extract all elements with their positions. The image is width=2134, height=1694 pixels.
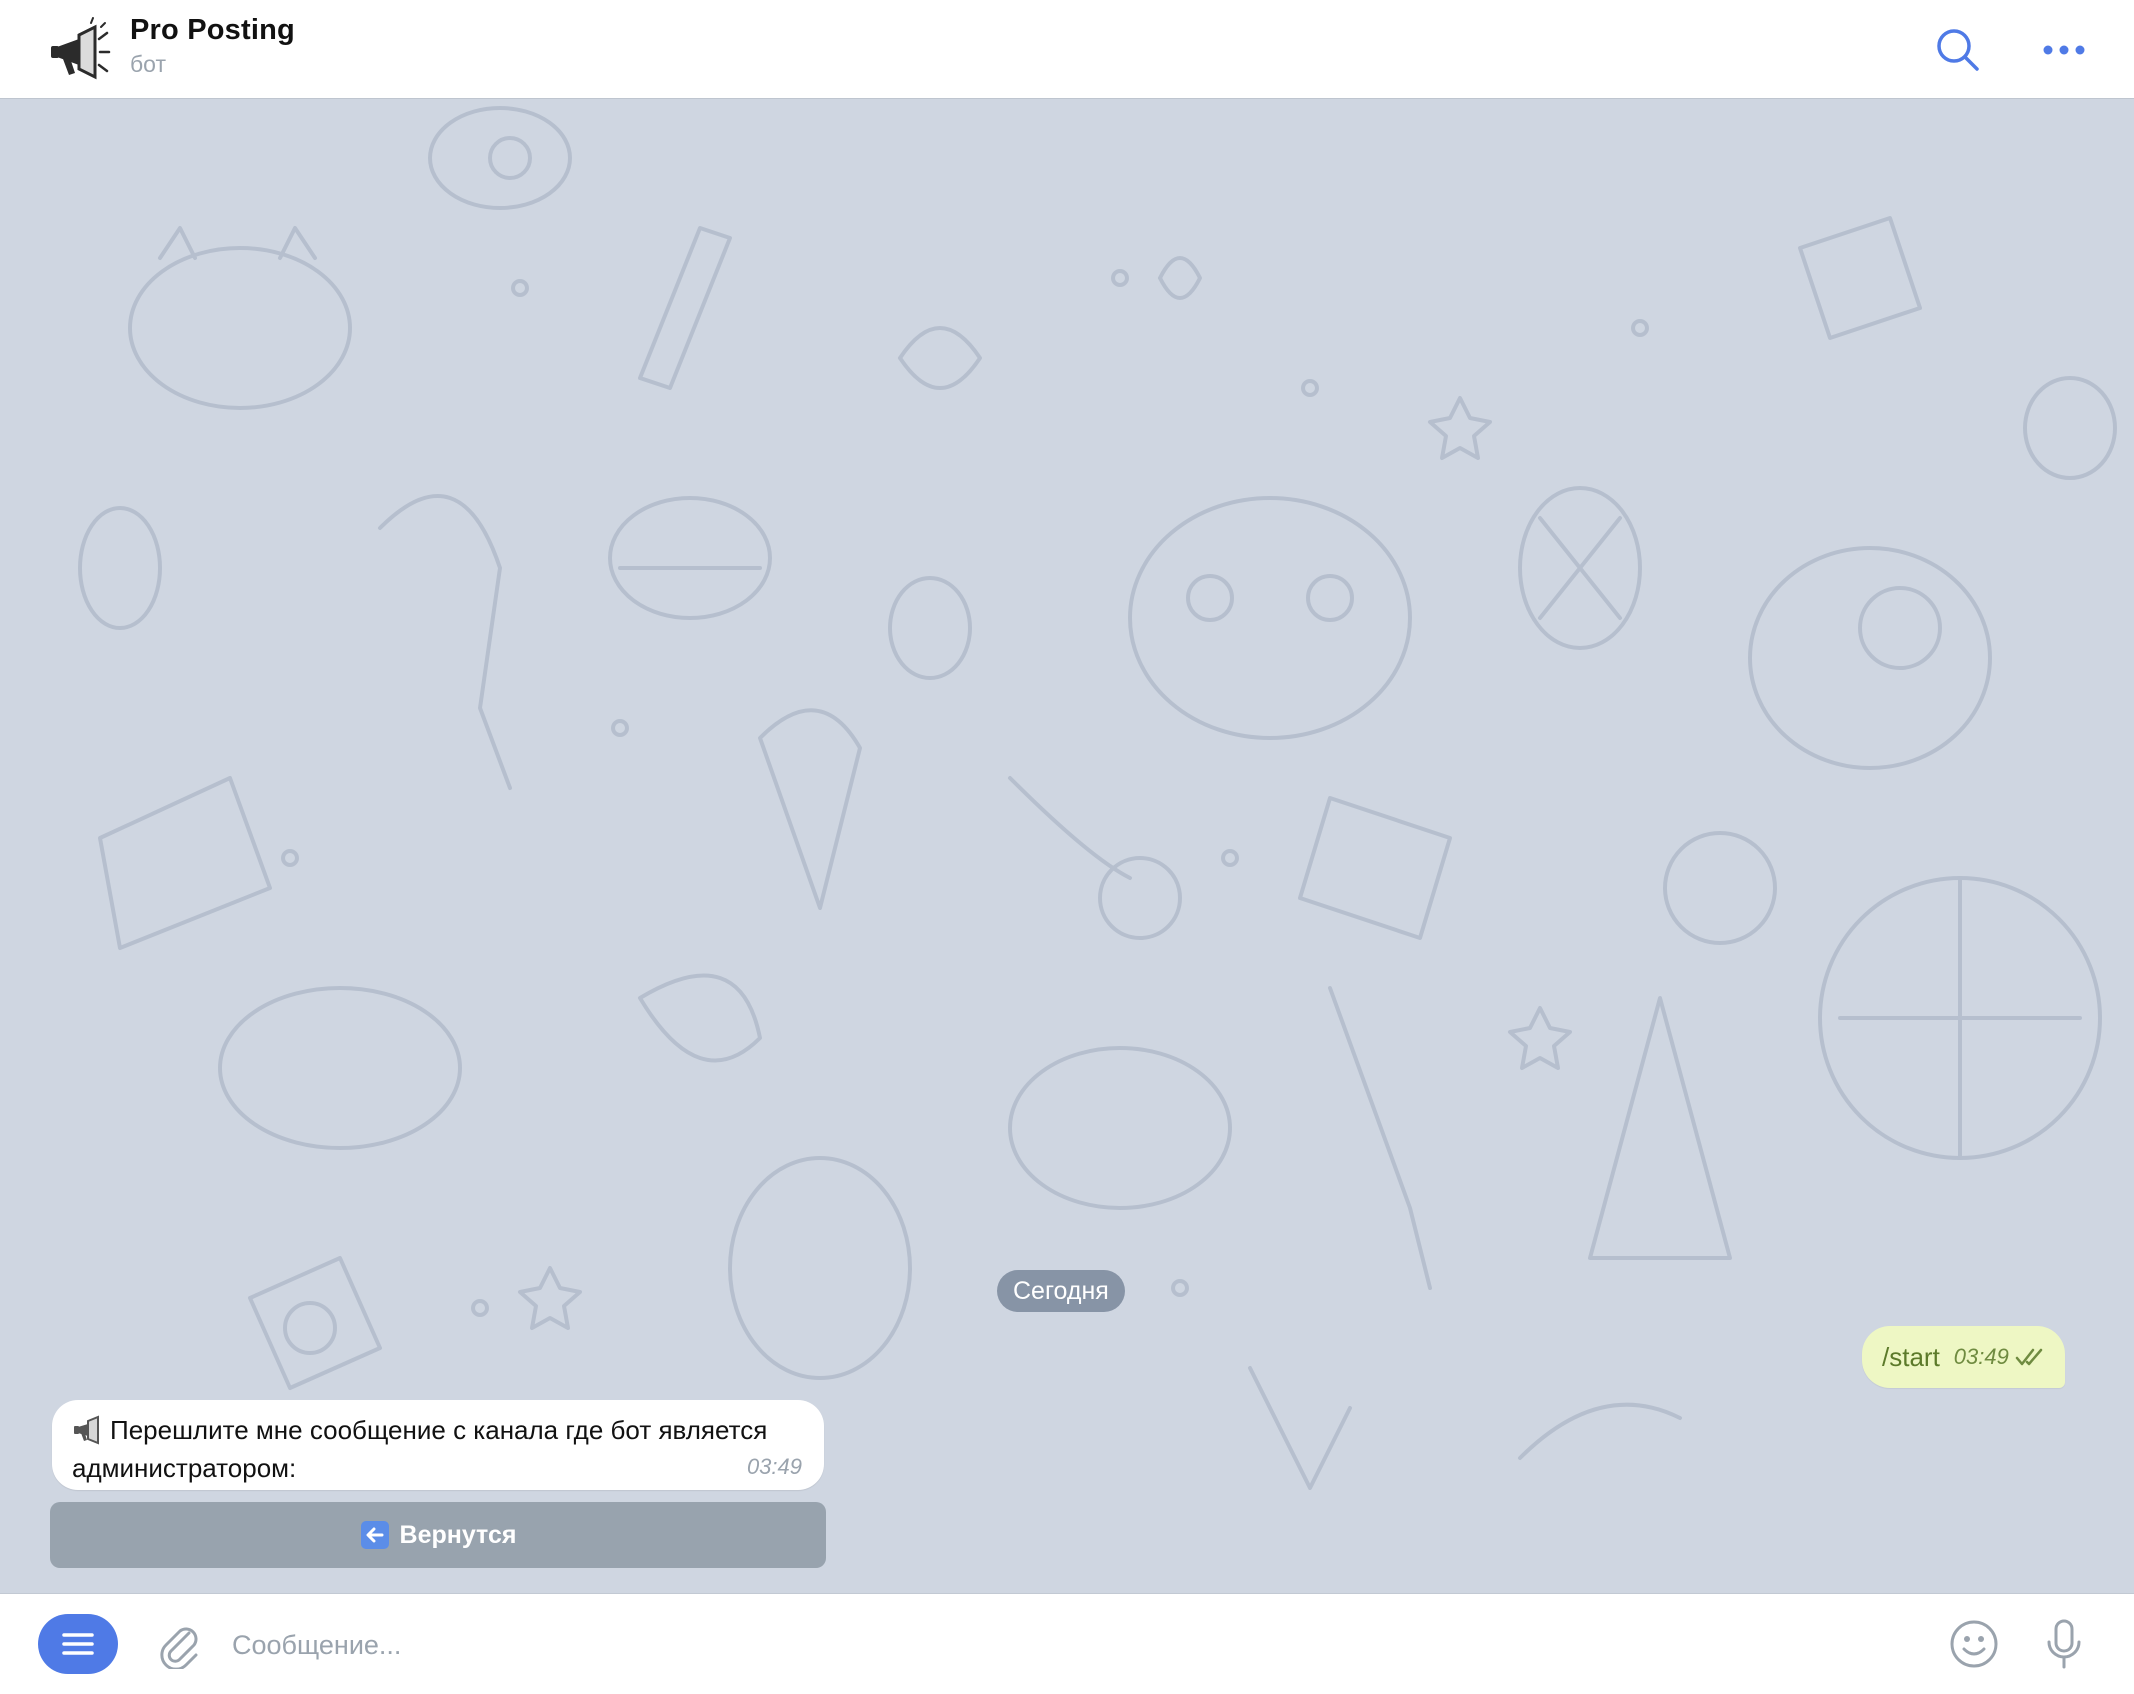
more-button[interactable] xyxy=(2034,20,2094,80)
megaphone-icon xyxy=(51,17,111,80)
double-check-icon xyxy=(2015,1347,2045,1367)
message-text: Перешлите мне сообщение с канала где бот… xyxy=(72,1415,768,1483)
bot-avatar[interactable] xyxy=(40,14,116,90)
back-button[interactable]: Вернутся xyxy=(50,1502,826,1568)
microphone-icon xyxy=(2047,1619,2081,1669)
message-body: Перешлите мне сообщение с канала где бот… xyxy=(72,1414,812,1484)
emoji-button[interactable] xyxy=(1944,1614,2004,1674)
chat-wallpaper xyxy=(68,106,2117,1490)
message-text: /start xyxy=(1882,1341,1940,1372)
chat-area[interactable]: Сегодня /start 03:49 Перешлите мне сообщ… xyxy=(0,98,2134,1594)
attach-button[interactable] xyxy=(148,1614,208,1674)
back-button-label: Вернутся xyxy=(399,1520,517,1549)
chat-title-area[interactable]: Pro Posting бот xyxy=(130,14,295,78)
date-separator: Сегодня xyxy=(997,1270,1125,1312)
megaphone-icon xyxy=(72,1415,104,1452)
emoji-icon xyxy=(1950,1620,1998,1668)
outgoing-message[interactable]: /start 03:49 xyxy=(1862,1326,2065,1388)
search-icon xyxy=(1937,29,1979,71)
chat-header: Pro Posting бот xyxy=(0,0,2134,98)
search-button[interactable] xyxy=(1928,20,1988,80)
message-time: 03:49 xyxy=(1953,1344,2009,1369)
paperclip-icon xyxy=(160,1627,198,1669)
message-input[interactable] xyxy=(230,1616,1934,1674)
incoming-message[interactable]: Перешлите мне сообщение с канала где бот… xyxy=(52,1400,824,1490)
more-icon xyxy=(2043,45,2085,55)
chat-subtitle: бот xyxy=(130,51,166,77)
back-arrow-icon xyxy=(360,1520,390,1550)
chat-title: Pro Posting xyxy=(130,14,295,46)
message-time: 03:49 xyxy=(746,1454,802,1479)
microphone-button[interactable] xyxy=(2034,1614,2094,1674)
menu-icon xyxy=(62,1633,94,1655)
menu-button[interactable] xyxy=(38,1614,118,1674)
message-composer xyxy=(0,1594,2134,1694)
